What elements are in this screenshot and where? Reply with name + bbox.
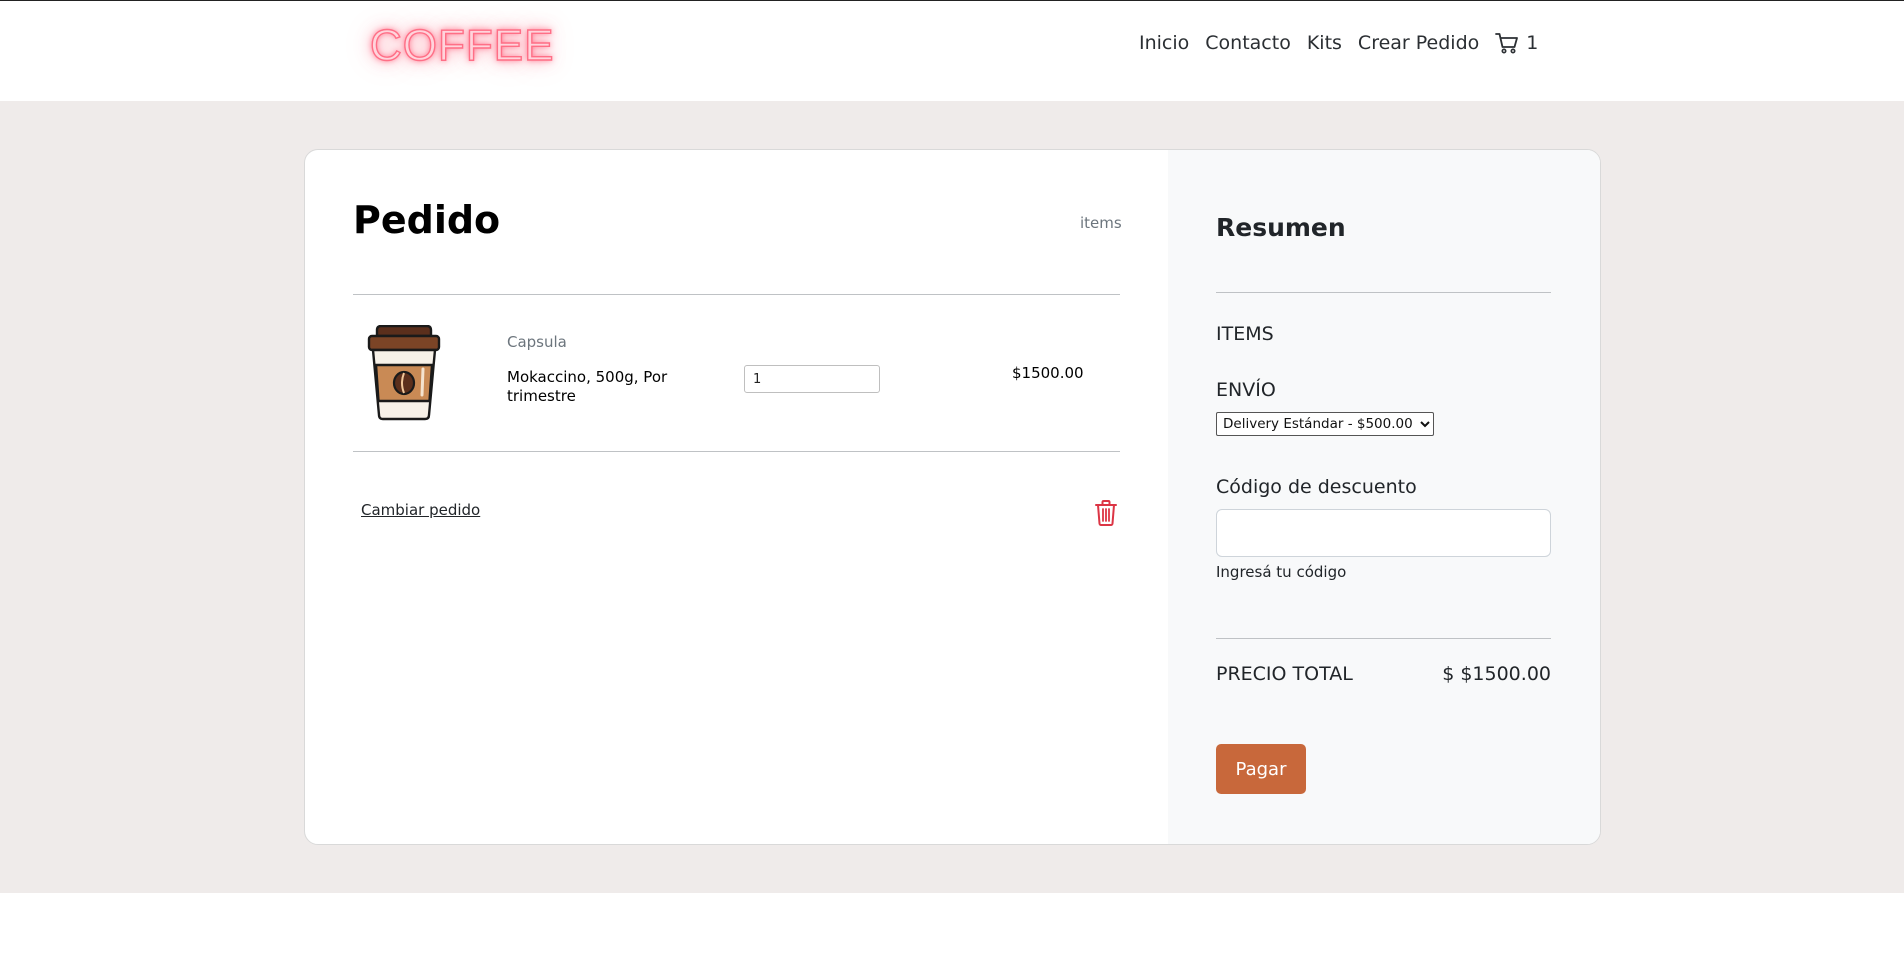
discount-label: Código de descuento <box>1216 476 1417 498</box>
product-price: $1500.00 <box>1012 364 1084 382</box>
discount-help-text: Ingresá tu código <box>1216 563 1347 581</box>
shipping-label: ENVÍO <box>1216 379 1276 401</box>
checkout-card: Pedido items Capsula Mokaccino, 500g, Po… <box>304 149 1601 845</box>
cart-count: 1 <box>1526 32 1539 54</box>
items-count-label: items <box>1080 214 1122 232</box>
total-label: PRECIO TOTAL <box>1216 663 1353 685</box>
divider <box>1216 292 1551 293</box>
discount-code-input[interactable] <box>1216 509 1551 557</box>
nav-link-kits[interactable]: Kits <box>1307 32 1342 54</box>
delete-item-button[interactable] <box>1095 500 1117 530</box>
product-category: Capsula <box>507 333 567 351</box>
order-title: Pedido <box>353 198 501 242</box>
main-nav: Inicio Contacto Kits Crear Pedido 1 <box>1139 31 1538 55</box>
divider <box>353 451 1120 452</box>
total-value: $ $1500.00 <box>1442 663 1551 685</box>
cart-icon <box>1495 33 1519 54</box>
pay-button[interactable]: Pagar <box>1216 744 1306 794</box>
cart-link[interactable]: 1 <box>1495 32 1538 54</box>
summary-items-label: ITEMS <box>1216 323 1274 345</box>
brand-logo[interactable]: COFFEE <box>369 20 554 71</box>
nav-link-inicio[interactable]: Inicio <box>1139 32 1189 54</box>
summary-title: Resumen <box>1216 213 1346 242</box>
shipping-select[interactable]: Delivery Estándar - $500.00 <box>1216 412 1434 436</box>
divider <box>353 294 1120 295</box>
quantity-input[interactable] <box>744 365 880 393</box>
trash-icon <box>1095 500 1117 526</box>
summary-panel: Resumen ITEMS ENVÍO Delivery Estándar - … <box>1168 150 1600 844</box>
navbar: COFFEE Inicio Contacto Kits Crear Pedido… <box>0 1 1904 101</box>
change-order-link[interactable]: Cambiar pedido <box>361 501 480 519</box>
coffee-cup-icon <box>367 324 441 421</box>
divider <box>1216 638 1551 639</box>
nav-link-contacto[interactable]: Contacto <box>1205 32 1291 54</box>
product-image <box>367 324 441 425</box>
product-name: Mokaccino, 500g, Por trimestre <box>507 368 668 405</box>
nav-link-crear-pedido[interactable]: Crear Pedido <box>1358 32 1479 54</box>
